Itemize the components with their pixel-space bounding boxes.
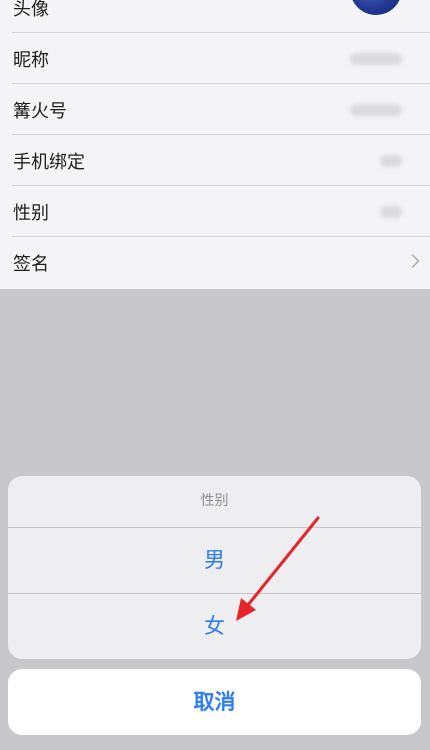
blurred-value bbox=[350, 104, 402, 116]
settings-row-label: 昵称 bbox=[13, 50, 49, 71]
action-sheet-title: 性别 bbox=[200, 493, 229, 509]
row-divider bbox=[12, 236, 430, 237]
blurred-value bbox=[380, 155, 402, 167]
profile-settings-list: 头像 昵称 篝火号 手机绑定 性别 签名 bbox=[0, 0, 430, 289]
blurred-value bbox=[350, 53, 402, 65]
gender-option-male[interactable]: 男 bbox=[8, 528, 421, 593]
row-divider bbox=[12, 185, 430, 186]
settings-row-phone-binding[interactable]: 手机绑定 bbox=[0, 136, 430, 186]
row-divider bbox=[12, 32, 430, 33]
avatar bbox=[350, 0, 402, 15]
row-divider bbox=[12, 134, 430, 135]
gender-option-female[interactable]: 女 bbox=[8, 594, 421, 659]
settings-row-gender[interactable]: 性别 bbox=[0, 187, 430, 237]
chevron-right-icon bbox=[411, 254, 420, 273]
settings-row-label: 头像 bbox=[13, 0, 49, 20]
settings-row-signature[interactable]: 签名 bbox=[0, 238, 430, 288]
settings-row-nickname[interactable]: 昵称 bbox=[0, 34, 430, 84]
watermark: Bai du 经验 bbox=[310, 712, 420, 733]
settings-row-avatar[interactable]: 头像 bbox=[0, 0, 430, 33]
settings-row-label: 签名 bbox=[13, 254, 49, 275]
settings-row-label: 篝火号 bbox=[13, 101, 67, 122]
blurred-value bbox=[380, 206, 402, 218]
row-divider bbox=[12, 83, 430, 84]
settings-row-label: 手机绑定 bbox=[13, 152, 85, 173]
gender-action-sheet: 性别 男 女 bbox=[8, 476, 421, 659]
settings-row-label: 性别 bbox=[13, 203, 49, 224]
settings-row-bonfire-id[interactable]: 篝火号 bbox=[0, 85, 430, 135]
